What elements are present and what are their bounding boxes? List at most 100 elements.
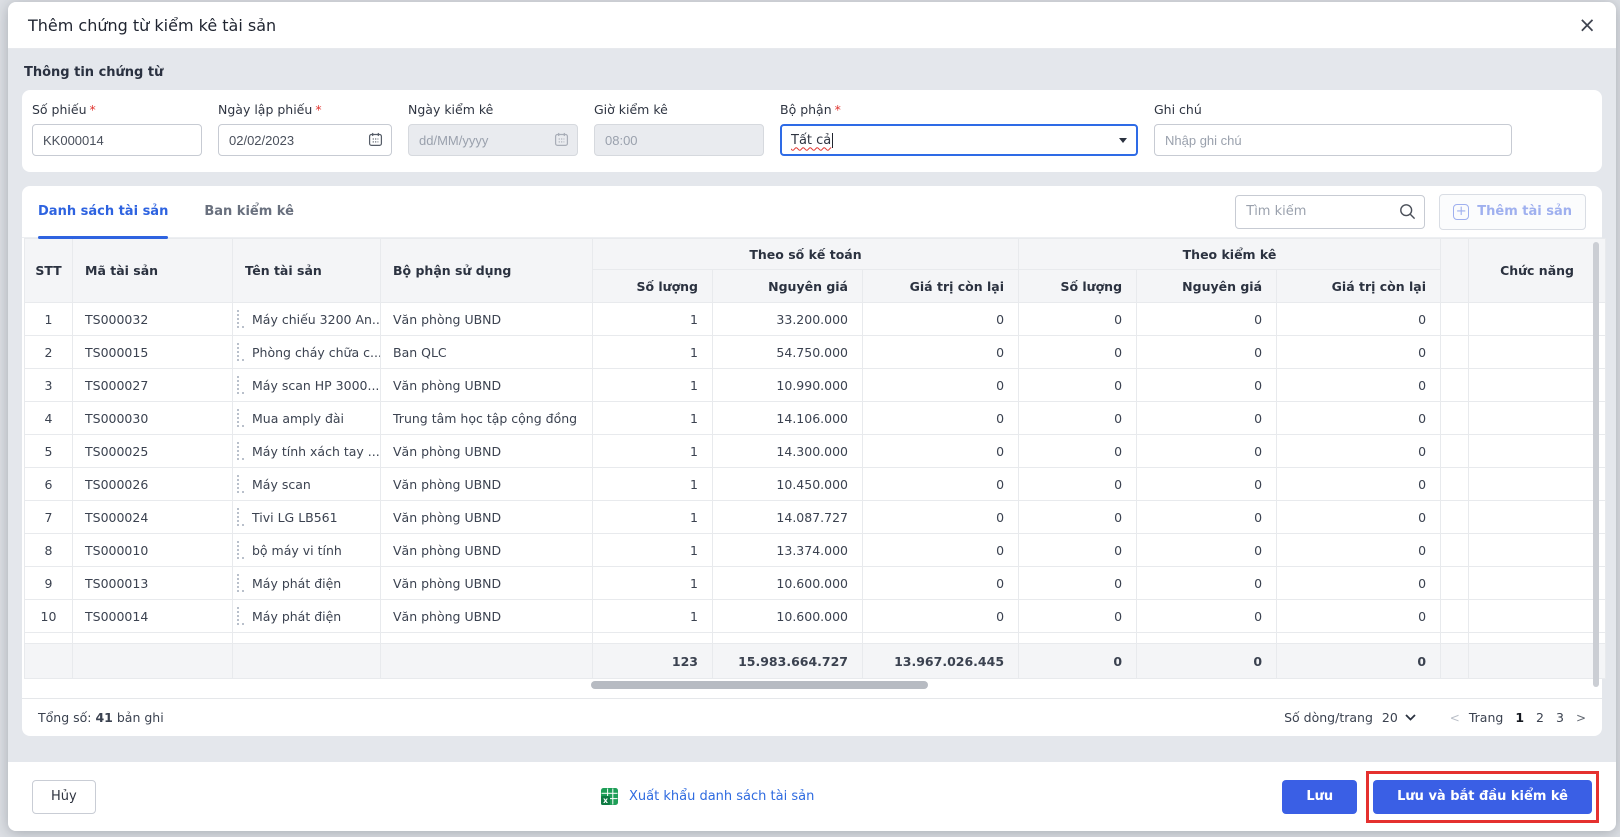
- search-icon[interactable]: [1399, 203, 1416, 220]
- ngay-lap-phieu-input[interactable]: [218, 124, 392, 156]
- calendar-icon[interactable]: [368, 132, 383, 147]
- spacer-row: [25, 633, 1606, 644]
- cell-acct-quantity: 1: [593, 402, 713, 435]
- totals-row: 123 15.983.664.727 13.967.026.445 0 0 0: [25, 644, 1606, 679]
- cell-acct-cost: 14.087.727: [713, 501, 863, 534]
- cell-inv-quantity: 0: [1019, 534, 1137, 567]
- field-bo-phan: Bộ phận* Tất cả: [780, 102, 1138, 156]
- cell-acct-cost: 10.450.000: [713, 468, 863, 501]
- cell-gap: [1441, 303, 1469, 336]
- horizontal-scrollbar-thumb[interactable]: [591, 681, 928, 689]
- cell-asset-code: TS000015: [73, 336, 233, 369]
- cell-gap: [1441, 534, 1469, 567]
- drag-handle-icon: [237, 541, 244, 559]
- cell-asset-name: Tivi LG LB561: [233, 501, 381, 534]
- page-number[interactable]: 1: [1512, 710, 1527, 725]
- header-actions: Chức năng: [1469, 239, 1606, 303]
- cell-inv-quantity: 0: [1019, 501, 1137, 534]
- cell-acct-remaining: 0: [863, 468, 1019, 501]
- cell-stt: 5: [25, 435, 73, 468]
- record-count-value: 41: [95, 710, 112, 725]
- required-marker: *: [835, 102, 841, 117]
- cell-acct-cost: 10.990.000: [713, 369, 863, 402]
- cell-inv-remaining: 0: [1277, 468, 1441, 501]
- drag-handle-icon: [237, 574, 244, 592]
- so-phieu-input[interactable]: [32, 124, 202, 156]
- field-ghi-chu: Ghi chú: [1154, 102, 1512, 156]
- total-inv-remaining: 0: [1277, 644, 1441, 679]
- vertical-scrollbar-thumb[interactable]: [1593, 242, 1599, 687]
- asset-table: STT Mã tài sản Tên tài sản Bộ phận sử dụ…: [24, 238, 1606, 679]
- svg-text:x: x: [603, 796, 608, 805]
- header-inventory-group: Theo kiểm kê: [1019, 239, 1441, 270]
- save-and-start-inventory-button[interactable]: Lưu và bắt đầu kiểm kê: [1373, 780, 1592, 814]
- calendar-icon: [554, 132, 569, 147]
- save-button[interactable]: Lưu: [1282, 780, 1357, 814]
- table-row[interactable]: 4TS000030Mua amply đàiTrung tâm học tập …: [25, 402, 1606, 435]
- cell-actions: [1469, 567, 1606, 600]
- cell-inv-remaining: 0: [1277, 501, 1441, 534]
- cancel-button[interactable]: Hủy: [32, 780, 96, 814]
- cell-inv-quantity: 0: [1019, 336, 1137, 369]
- tab-inventory-board[interactable]: Ban kiểm kê: [204, 186, 294, 238]
- table-body: 1TS000032Máy chiếu 3200 An...Văn phòng U…: [25, 303, 1606, 633]
- drag-handle-icon: [237, 508, 244, 526]
- total-acct-quantity: 123: [593, 644, 713, 679]
- cell-actions: [1469, 336, 1606, 369]
- tab-asset-list[interactable]: Danh sách tài sản: [38, 186, 168, 238]
- required-marker: *: [90, 102, 96, 117]
- bo-phan-select[interactable]: Tất cả: [780, 124, 1138, 156]
- total-inv-cost: 0: [1137, 644, 1277, 679]
- table-row[interactable]: 10TS000014Máy phát điệnVăn phòng UBND110…: [25, 600, 1606, 633]
- page-number[interactable]: 2: [1533, 710, 1547, 725]
- cell-inv-cost: 0: [1137, 369, 1277, 402]
- prev-page-icon[interactable]: <: [1450, 711, 1460, 725]
- cell-actions: [1469, 369, 1606, 402]
- dialog-body: Thông tin chứng từ Số phiếu* Ngày lập ph…: [8, 49, 1616, 762]
- cell-inv-remaining: 0: [1277, 435, 1441, 468]
- page-size-select[interactable]: 20: [1382, 710, 1416, 725]
- cell-acct-quantity: 1: [593, 303, 713, 336]
- table-row[interactable]: 3TS000027Máy scan HP 3000...Văn phòng UB…: [25, 369, 1606, 402]
- cell-stt: 3: [25, 369, 73, 402]
- cell-acct-remaining: 0: [863, 303, 1019, 336]
- cell-acct-cost: 13.374.000: [713, 534, 863, 567]
- cell-inv-cost: 0: [1137, 567, 1277, 600]
- cell-inv-quantity: 0: [1019, 402, 1137, 435]
- header-inv-remaining: Giá trị còn lại: [1277, 270, 1441, 303]
- next-page-icon[interactable]: >: [1576, 711, 1586, 725]
- cell-asset-name: Máy phát điện: [233, 600, 381, 633]
- export-asset-list-link[interactable]: x Xuất khẩu danh sách tài sản: [600, 787, 814, 806]
- ghi-chu-input[interactable]: [1154, 124, 1512, 156]
- cell-inv-remaining: 0: [1277, 336, 1441, 369]
- cell-inv-cost: 0: [1137, 501, 1277, 534]
- search-input[interactable]: [1235, 195, 1425, 229]
- cell-asset-name: Mua amply đài: [233, 402, 381, 435]
- table-row[interactable]: 1TS000032Máy chiếu 3200 An...Văn phòng U…: [25, 303, 1606, 336]
- close-icon[interactable]: ×: [1578, 15, 1596, 36]
- cell-department: Ban QLC: [381, 336, 593, 369]
- table-row[interactable]: 6TS000026Máy scanVăn phòng UBND110.450.0…: [25, 468, 1606, 501]
- cell-inv-remaining: 0: [1277, 534, 1441, 567]
- table-row[interactable]: 5TS000025Máy tính xách tay ...Văn phòng …: [25, 435, 1606, 468]
- cell-stt: 7: [25, 501, 73, 534]
- cell-department: Văn phòng UBND: [381, 534, 593, 567]
- add-asset-button[interactable]: + Thêm tài sản: [1439, 194, 1586, 230]
- asset-panel: Danh sách tài sản Ban kiểm kê + Thêm tài…: [22, 186, 1602, 736]
- table-row[interactable]: 2TS000015Phòng cháy chữa c...Ban QLC154.…: [25, 336, 1606, 369]
- cell-inv-cost: 0: [1137, 402, 1277, 435]
- cell-inv-remaining: 0: [1277, 369, 1441, 402]
- search-box: [1235, 195, 1425, 229]
- table-row[interactable]: 8TS000010bộ máy vi tínhVăn phòng UBND113…: [25, 534, 1606, 567]
- cell-acct-remaining: 0: [863, 600, 1019, 633]
- drag-handle-icon: [237, 475, 244, 493]
- page-number[interactable]: 3: [1553, 710, 1567, 725]
- text-cursor: [832, 133, 833, 148]
- cell-inv-quantity: 0: [1019, 435, 1137, 468]
- cell-department: Văn phòng UBND: [381, 435, 593, 468]
- field-label: Bộ phận: [780, 102, 832, 117]
- header-stt: STT: [25, 239, 73, 303]
- table-row[interactable]: 7TS000024Tivi LG LB561Văn phòng UBND114.…: [25, 501, 1606, 534]
- table-row[interactable]: 9TS000013Máy phát điệnVăn phòng UBND110.…: [25, 567, 1606, 600]
- page-label: Trang: [1469, 710, 1503, 725]
